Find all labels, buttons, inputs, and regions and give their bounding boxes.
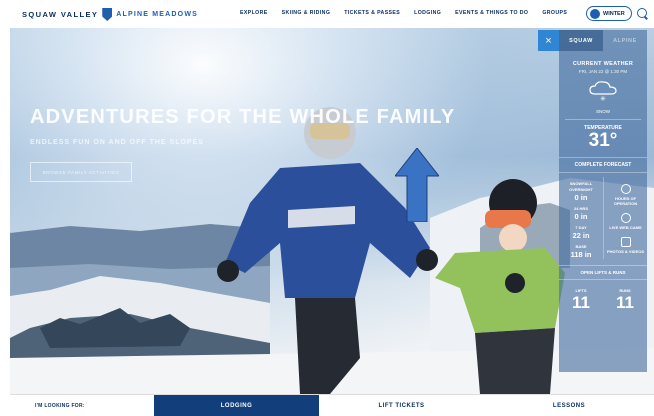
tab-alpine[interactable]: ALPINE (603, 30, 647, 51)
lifts-runs-summary: LIFTS 11 RUNS 11 (559, 284, 647, 313)
photos-videos-link[interactable]: PHOTOS & VIDEOS (604, 249, 647, 254)
7day-label: 7 DAY (575, 225, 587, 230)
resort-tabs: SQUAW ALPINE (559, 30, 647, 51)
logo-text-left: SQUAW VALLEY (22, 10, 99, 19)
snowflake-icon (590, 8, 600, 19)
clock-icon (620, 184, 631, 194)
browse-activities-button[interactable]: BROWSE FAMILY ACTIVITIES (30, 162, 132, 182)
logo-text-right: ALPINE MEADOWS (116, 11, 198, 18)
site-header: SQUAW VALLEY ALPINE MEADOWS EXPLORE SKII… (0, 0, 654, 28)
nav-lodging[interactable]: LODGING (414, 10, 441, 16)
tab-squaw[interactable]: SQUAW (559, 30, 603, 51)
nav-groups[interactable]: GROUPS (542, 10, 567, 16)
live-web-cams-link[interactable]: LIVE WEB CAMS (604, 225, 647, 230)
tab-lodging[interactable]: LODGING (154, 394, 319, 416)
24hr-label: 24 HRS (573, 206, 588, 211)
season-label: WINTER (603, 10, 625, 17)
nav-skiing-riding[interactable]: SKIING & RIDING (282, 10, 331, 16)
search-icon[interactable] (637, 8, 647, 18)
hero-banner: ADVENTURES FOR THE WHOLE FAMILY ENDLESS … (10, 28, 654, 394)
current-weather-heading: CURRENT WEATHER (572, 61, 634, 67)
camera-icon (620, 237, 631, 247)
hours-of-operation-link[interactable]: HOURS OF OPERATION (604, 196, 647, 206)
lifts-value: 11 (572, 293, 590, 312)
nav-explore[interactable]: EXPLORE (240, 10, 268, 16)
7day-value: 22 in (572, 231, 590, 240)
site-logo[interactable]: SQUAW VALLEY ALPINE MEADOWS (22, 8, 198, 21)
snow-cloud-icon: ✳ (589, 81, 617, 103)
nav-events[interactable]: EVENTS & THINGS TO DO (455, 10, 528, 16)
conditions-grid: SNOWFALL OVERNIGHT 0 in 24 HRS 0 in 7 DA… (559, 177, 647, 259)
main-nav: EXPLORE SKIING & RIDING TICKETS & PASSES… (240, 10, 567, 16)
overnight-value: 0 in (574, 193, 588, 202)
tab-lessons[interactable]: LESSONS (484, 395, 654, 416)
base-value: 118 in (570, 250, 592, 259)
hero-subtitle: ENDLESS FUN ON AND OFF THE SLOPES (30, 139, 204, 146)
season-toggle[interactable]: WINTER (586, 6, 632, 21)
runs-value: 11 (616, 293, 634, 312)
hero-landscape-image (10, 107, 654, 394)
base-label: BASE (575, 244, 587, 249)
svg-text:✳: ✳ (600, 95, 606, 102)
tab-lift-tickets[interactable]: LIFT TICKETS (319, 395, 484, 416)
weather-condition: SNOW (596, 109, 610, 114)
hero-title: ADVENTURES FOR THE WHOLE FAMILY (30, 106, 456, 128)
webcam-icon (620, 213, 631, 223)
weather-panel: SQUAW ALPINE CURRENT WEATHER FRI, JAN 22… (559, 30, 647, 372)
nav-tickets-passes[interactable]: TICKETS & PASSES (344, 10, 400, 16)
close-weather-button[interactable]: × (538, 30, 559, 51)
looking-for-label: I'M LOOKING FOR: (35, 402, 85, 409)
weather-date: FRI, JAN 22 @ 1:30 PM (578, 69, 628, 74)
temperature-value: 31° (588, 130, 618, 151)
weather-divider (565, 119, 641, 120)
snowfall-label: SNOWFALL (569, 181, 593, 186)
booking-bar: I'M LOOKING FOR: LODGING LIFT TICKETS LE… (10, 394, 654, 416)
logo-shield-icon (102, 8, 113, 21)
complete-forecast-link[interactable]: COMPLETE FORECAST (559, 157, 647, 173)
overnight-label: OVERNIGHT (569, 187, 593, 192)
up-arrow-icon (395, 148, 439, 222)
24hr-value: 0 in (574, 212, 588, 221)
open-lifts-runs-link[interactable]: OPEN LIFTS & RUNS (559, 265, 647, 280)
